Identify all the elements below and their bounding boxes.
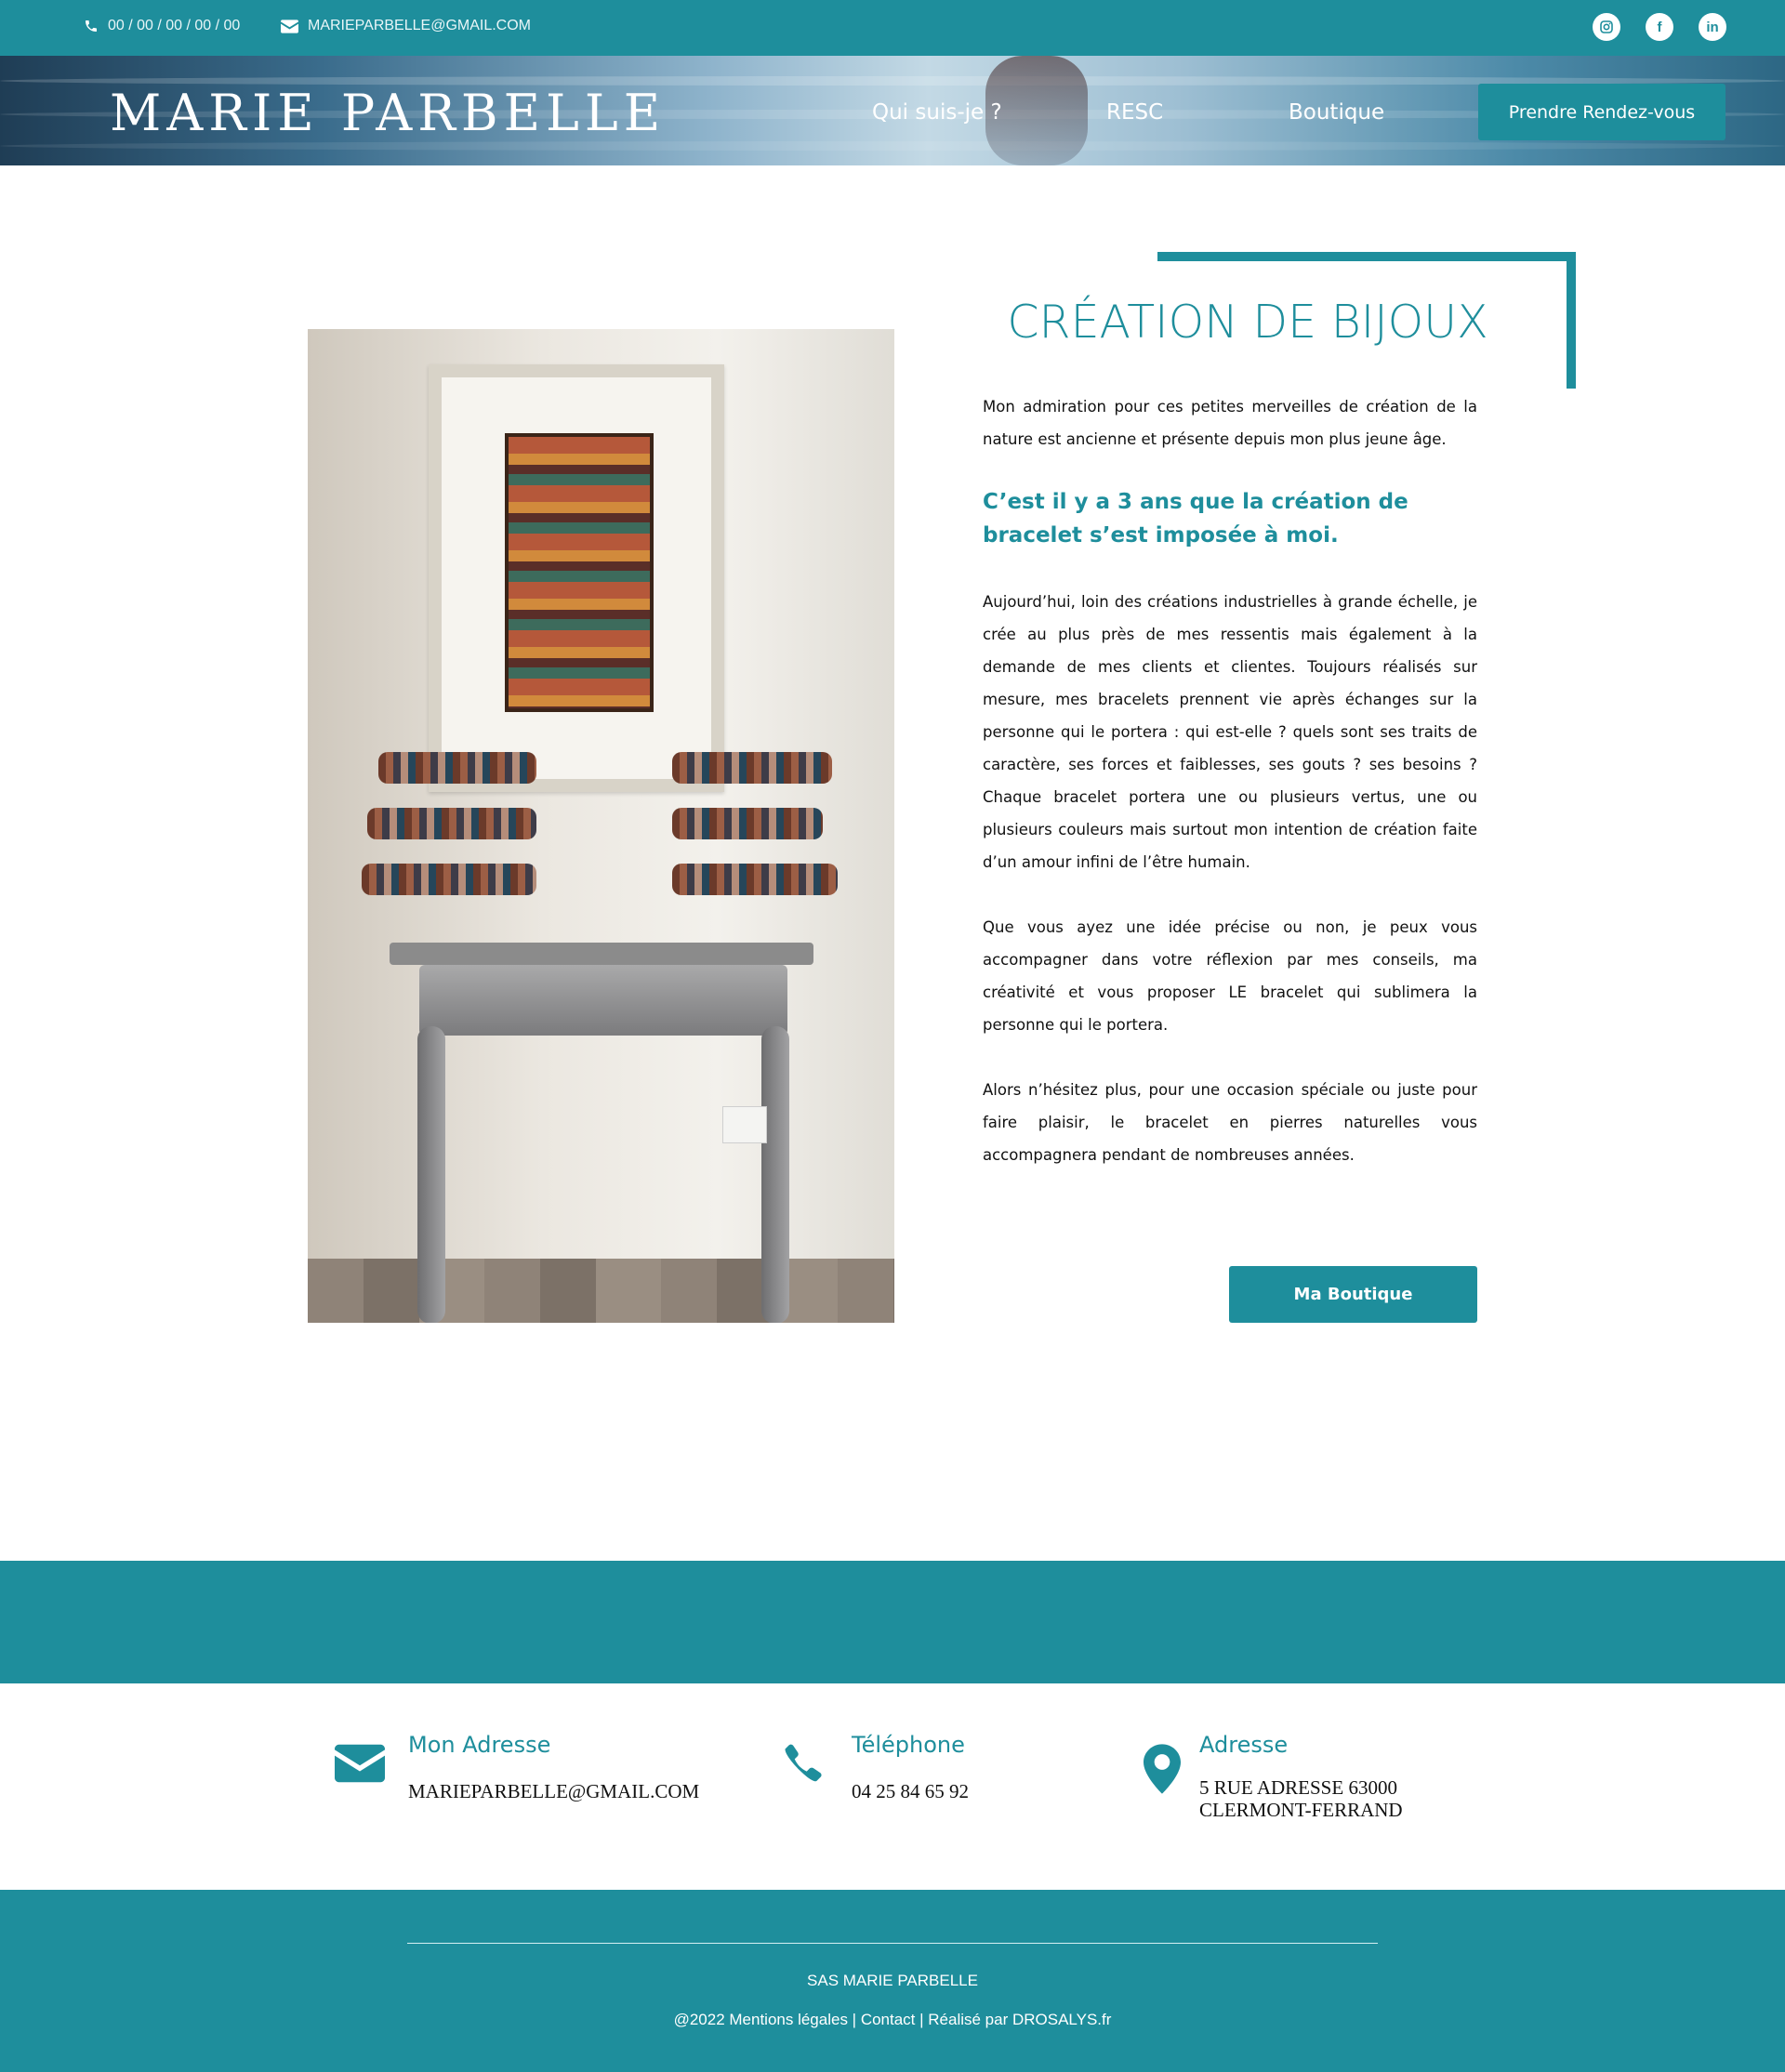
instagram-icon[interactable] xyxy=(1593,13,1620,41)
photo-table-leg xyxy=(417,1026,445,1323)
shop-button[interactable]: Ma Boutique xyxy=(1229,1266,1477,1323)
title-corner-decoration xyxy=(1157,252,1576,261)
facebook-icon[interactable]: f xyxy=(1646,13,1673,41)
bracelet-display-photo xyxy=(308,329,894,1323)
bracelet-rack xyxy=(367,808,536,839)
photo-painting xyxy=(505,433,654,712)
body-paragraph: Que vous ayez une idée précise ou non, j… xyxy=(983,918,1477,1034)
decorative-wave xyxy=(0,141,1785,151)
linkedin-icon[interactable]: in xyxy=(1699,13,1726,41)
photo-framed-art xyxy=(429,364,724,792)
accent-band xyxy=(0,1561,1785,1683)
footer-links[interactable]: @2022 Mentions légales | Contact | Réali… xyxy=(0,2011,1785,2029)
topbar-email[interactable]: MARIEPARBELLE@GMAIL.COM xyxy=(281,18,531,34)
bracelet-rack xyxy=(378,752,536,784)
topbar-email-text: MARIEPARBELLE@GMAIL.COM xyxy=(308,18,531,33)
photo-table-top xyxy=(390,943,813,965)
photo-table-drawer xyxy=(419,965,787,1036)
contact-phone-value[interactable]: 04 25 84 65 92 xyxy=(852,1780,969,1803)
title-corner-decoration xyxy=(1567,252,1576,389)
footer-divider xyxy=(407,1943,1378,1944)
contact-address-title: Adresse xyxy=(1199,1732,1289,1758)
page-title: CRÉATION DE BIJOUX xyxy=(1007,296,1488,349)
contact-email-title: Mon Adresse xyxy=(408,1732,551,1758)
site-logo[interactable]: MARIE PARBELLE xyxy=(110,84,666,142)
photo-table-leg xyxy=(761,1026,789,1323)
phone-icon xyxy=(86,20,97,32)
nav-link-boutique[interactable]: Boutique xyxy=(1289,100,1384,125)
body-paragraph: Aujourd’hui, loin des créations industri… xyxy=(983,593,1477,871)
nav-link-qui-suis-je[interactable]: Qui suis-je ? xyxy=(872,100,1002,125)
contact-email-value[interactable]: MARIEPARBELLE@GMAIL.COM xyxy=(408,1780,699,1803)
appointment-button[interactable]: Prendre Rendez-vous xyxy=(1478,84,1726,140)
footer-company: SAS MARIE PARBELLE xyxy=(807,1972,978,1989)
contact-address-line2: CLERMONT-FERRAND xyxy=(1199,1799,1403,1821)
contact-address-line1: 5 RUE ADRESSE 63000 xyxy=(1199,1776,1397,1799)
body-paragraph: Alors n’hésitez plus, pour une occasion … xyxy=(983,1081,1477,1164)
site-header: MARIE PARBELLE Qui suis-je ? RESC Boutiq… xyxy=(0,56,1785,165)
highlight-paragraph: C’est il y a 3 ans que la création de br… xyxy=(983,490,1408,548)
topbar-phone-text: 00 / 00 / 00 / 00 / 00 xyxy=(108,18,241,33)
intro-paragraph: Mon admiration pour ces petites merveill… xyxy=(983,398,1477,448)
site-footer: SAS MARIE PARBELLE @2022 Mentions légale… xyxy=(0,1890,1785,2072)
bracelet-rack xyxy=(672,864,838,895)
phone-icon xyxy=(781,1740,829,1792)
map-pin-icon xyxy=(1144,1744,1181,1798)
top-bar: 00 / 00 / 00 / 00 / 00 MARIEPARBELLE@GMA… xyxy=(0,0,1785,56)
bracelet-rack xyxy=(362,864,536,895)
topbar-phone[interactable]: 00 / 00 / 00 / 00 / 00 xyxy=(84,18,240,34)
bracelet-rack xyxy=(672,808,823,839)
contact-phone-title: Téléphone xyxy=(852,1732,965,1758)
nav-link-resc[interactable]: RESC xyxy=(1106,100,1163,125)
bracelet-rack xyxy=(672,752,832,784)
envelope-icon xyxy=(335,1744,385,1787)
envelope-icon xyxy=(281,19,298,33)
photo-outlet xyxy=(722,1106,767,1143)
photo-floor xyxy=(308,1259,894,1323)
